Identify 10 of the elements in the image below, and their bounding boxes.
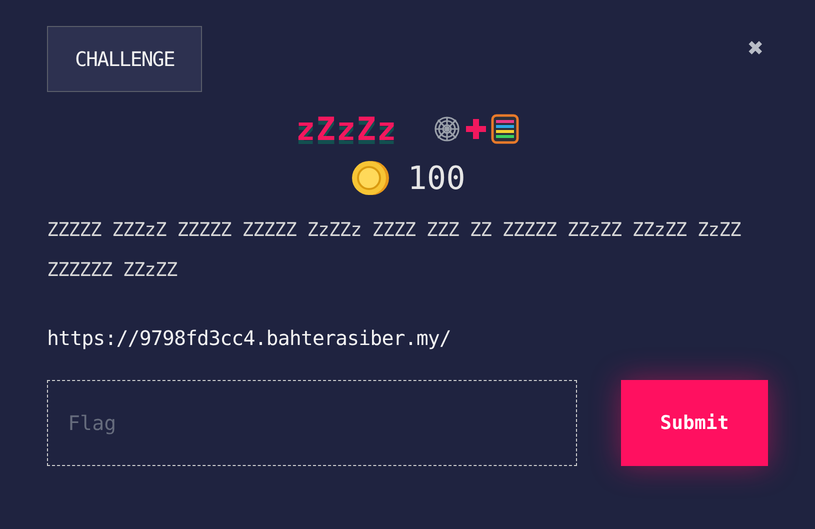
points-value: 100: [408, 159, 466, 197]
plus-icon: [465, 117, 488, 141]
coin-icon: [350, 158, 390, 198]
challenge-link[interactable]: https://9798fd3cc4.bahterasiber.my/: [47, 326, 768, 350]
spiderweb-icon: [433, 115, 462, 143]
challenge-title: zZzZz: [296, 110, 398, 148]
submit-button[interactable]: Submit: [621, 380, 768, 466]
challenge-tab[interactable]: CHALLENGE: [47, 26, 202, 92]
challenge-description: ZZZZZ ZZZzZ ZZZZZ ZZZZZ ZzZZz ZZZZ ZZZ ZZ ZZZZZ ZZzZZ ZZzZZ ZzZZ ZZZZZZ ZZzZZ: [47, 218, 742, 283]
flag-field[interactable]: Flag: [47, 380, 577, 466]
